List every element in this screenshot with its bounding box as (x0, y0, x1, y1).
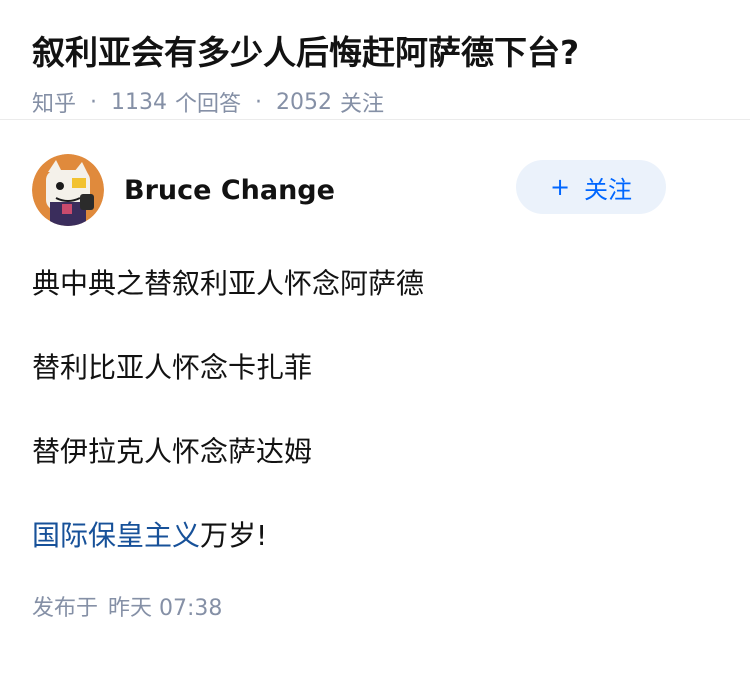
question-meta: 知乎 · 1134 个回答 · 2052 关注 (32, 86, 718, 118)
publish-time: 发布于 昨天 07:38 (32, 590, 718, 622)
source-label[interactable]: 知乎 (32, 86, 76, 118)
meta-separator: · (255, 89, 263, 115)
cartoon-cat-avatar-icon (32, 154, 104, 226)
publish-time-value: 昨天 07:38 (108, 596, 223, 621)
question-title[interactable]: 叙利亚会有多少人后悔赶阿萨德下台? (32, 30, 718, 76)
question-header: 叙利亚会有多少人后悔赶阿萨德下台? 知乎 · 1134 个回答 · 2052 关… (0, 0, 750, 120)
author-name[interactable]: Bruce Change (124, 175, 335, 206)
plus-icon: + (549, 173, 571, 201)
answer-count: 1134 (111, 89, 168, 115)
meta-separator: · (90, 89, 98, 115)
follow-count: 2052 (276, 89, 333, 115)
follow-button-label: 关注 (584, 175, 633, 204)
answer-paragraph: 典中典之替叙利亚人怀念阿萨德 (32, 267, 425, 300)
answer-paragraph: 国际保皇主义万岁! (32, 516, 718, 556)
follow-button[interactable]: + 关注 (516, 160, 666, 214)
answer-card: Bruce Change + 关注 典中典之替叙利亚人怀念阿萨德 替利比亚人怀念… (0, 120, 750, 622)
author-row: Bruce Change + 关注 (32, 120, 718, 260)
publish-label: 发布于 (32, 596, 99, 621)
answer-paragraph: 替伊拉克人怀念萨达姆 (32, 435, 313, 468)
avatar[interactable] (32, 154, 104, 226)
topic-link[interactable]: 国际保皇主义 (32, 519, 200, 552)
answer-content: 典中典之替叙利亚人怀念阿萨德 替利比亚人怀念卡扎菲 替伊拉克人怀念萨达姆 国际保… (32, 264, 718, 556)
follow-count-label: 关注 (340, 92, 385, 117)
answer-paragraph-rest: 万岁! (200, 519, 268, 552)
answer-count-label: 个回答 (175, 92, 242, 117)
answer-paragraph: 替利比亚人怀念卡扎菲 (32, 351, 313, 384)
